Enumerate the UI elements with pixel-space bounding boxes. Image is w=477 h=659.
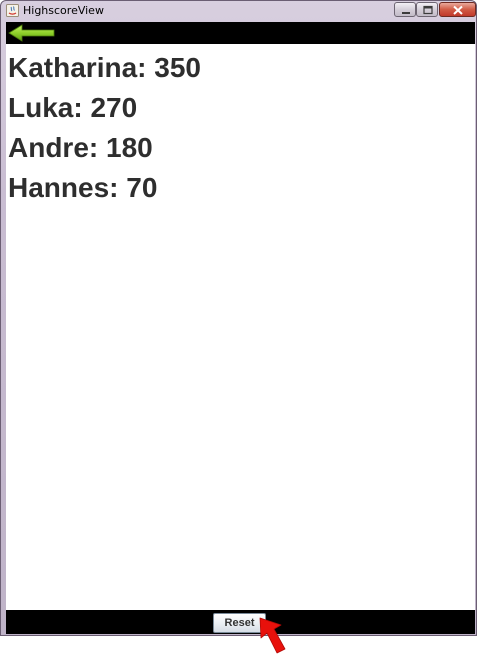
close-icon — [453, 5, 463, 15]
maximize-button[interactable] — [416, 2, 438, 17]
score-entry: Luka: 270 — [8, 92, 138, 123]
minimize-icon — [402, 12, 410, 14]
highscore-list: Katharina: 350 Luka: 270 Andre: 180 Hann… — [8, 48, 468, 208]
title-bar[interactable]: HighscoreView — [1, 1, 476, 21]
back-arrow-icon[interactable] — [8, 24, 56, 42]
content-panel: Katharina: 350 Luka: 270 Andre: 180 Hann… — [6, 22, 475, 634]
close-button[interactable] — [439, 2, 476, 17]
score-entry: Hannes: 70 — [8, 172, 158, 203]
window-title: HighscoreView — [23, 4, 104, 17]
bottom-toolbar: Reset — [6, 610, 475, 634]
maximize-icon — [423, 5, 433, 15]
score-entry: Katharina: 350 — [8, 52, 201, 83]
top-toolbar — [6, 22, 475, 44]
score-entry: Andre: 180 — [8, 132, 153, 163]
red-pointer-arrow-icon — [259, 617, 286, 654]
minimize-button[interactable] — [394, 2, 416, 17]
java-app-icon — [6, 4, 19, 17]
app-window: HighscoreView Katharina: 350 Luka: 270 A… — [0, 0, 477, 636]
